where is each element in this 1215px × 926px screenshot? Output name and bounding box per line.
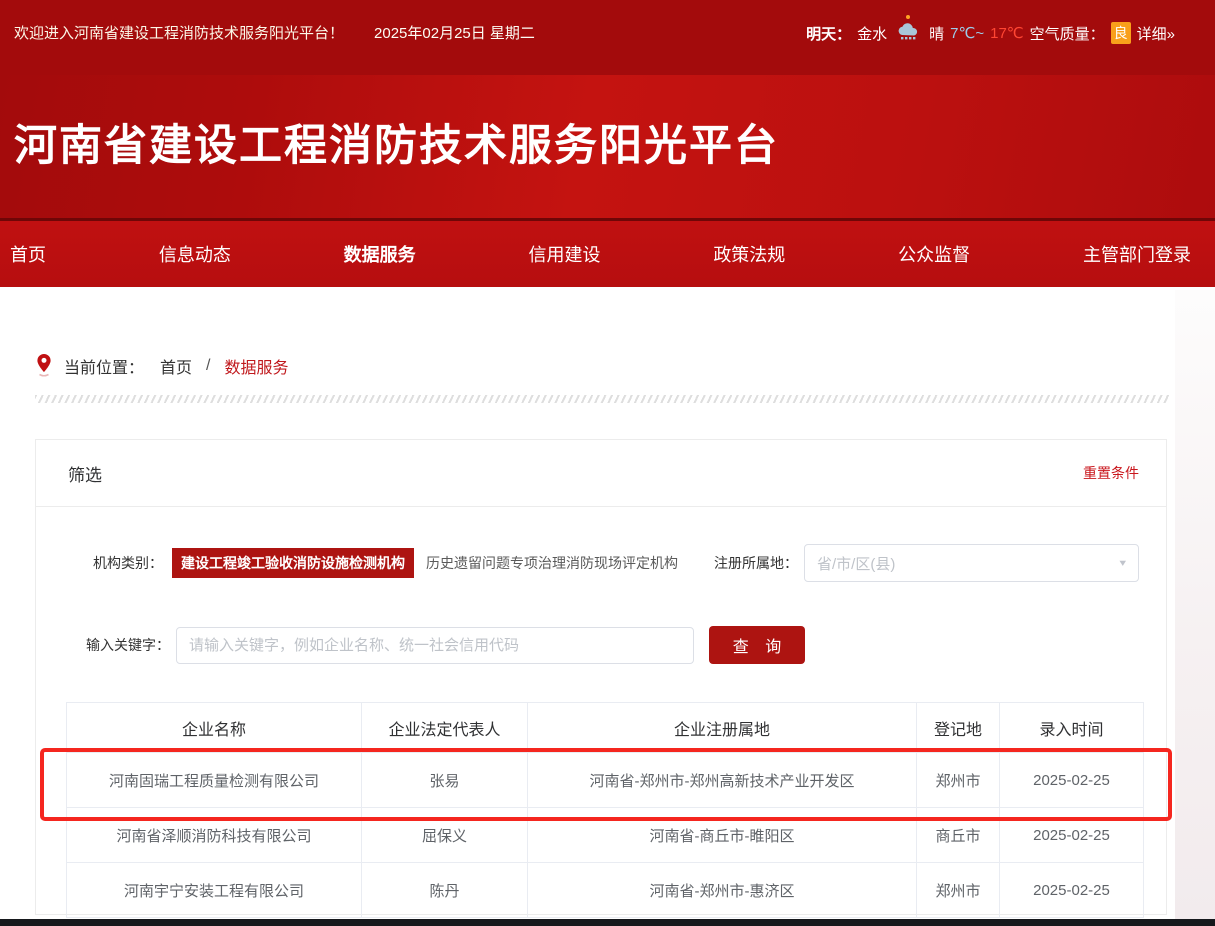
weather-label: 明天： [806,23,851,44]
aqi-badge: 良 [1111,22,1131,44]
table-row[interactable]: 河南固瑞工程质量检测有限公司 张易 河南省-郑州市-郑州高新技术产业开发区 郑州… [67,753,1144,808]
nav-item-data-service[interactable]: 数据服务 [344,241,416,267]
col-entry-date: 录入时间 [1000,703,1144,753]
cell-legal-rep: 张易 [362,753,528,808]
cell-registry-city: 郑州市 [917,863,1000,918]
chevron-down-icon: ▾ [1119,557,1126,570]
main-nav: 首页 信息动态 数据服务 信用建设 政策法规 公众监督 主管部门登录 [0,218,1215,287]
col-legal-rep: 企业法定代表人 [362,703,528,753]
table-header-row: 企业名称 企业法定代表人 企业注册属地 登记地 录入时间 [67,703,1144,753]
location-pin-icon [36,353,52,379]
cell-entry-date: 2025-02-25 [1000,863,1144,918]
weather-widget: 明天： 金水 晴 7℃~ 17℃ 空气质量： 良 详细» [806,22,1175,44]
breadcrumb-home-link[interactable]: 首页 [160,354,192,378]
nav-item-supervision[interactable]: 公众监督 [898,241,970,267]
cell-company-name: 河南省泽顺消防科技有限公司 [67,808,362,863]
region-label: 注册所属地： [714,553,798,573]
weather-detail-link[interactable]: 详细» [1137,23,1175,44]
category-option-selected[interactable]: 建设工程竣工验收消防设施检测机构 [172,548,414,578]
search-button[interactable]: 查 询 [709,626,805,664]
results-table: 企业名称 企业法定代表人 企业注册属地 登记地 录入时间 河南固瑞工程质量检测有… [66,702,1144,918]
keyword-input[interactable] [176,627,694,664]
site-title: 河南省建设工程消防技术服务阳光平台 [14,111,1215,173]
category-option-unselected[interactable]: 历史遗留问题专项治理消防现场评定机构 [426,553,678,573]
category-label: 机构类别： [93,553,163,573]
filter-row-category: 机构类别： 建设工程竣工验收消防设施检测机构 历史遗留问题专项治理消防现场评定机… [93,544,1139,582]
nav-item-policy[interactable]: 政策法规 [713,241,785,267]
current-date: 2025年02月25日 星期二 [374,22,535,43]
breadcrumb-separator: / [206,357,210,375]
filter-title: 筛选 [68,461,102,486]
breadcrumb: 当前位置： 首页 / 数据服务 [36,353,1215,379]
keyword-label: 输入关键字： [86,635,170,655]
filter-row-keyword: 输入关键字： 查 询 [86,626,1139,664]
top-bar: 欢迎进入河南省建设工程消防技术服务阳光平台！ 2025年02月25日 星期二 明… [0,0,1215,75]
region-select[interactable]: 省/市/区(县) ▾ [804,544,1139,582]
temp-low: 7℃~ [950,24,984,42]
cell-registered-location: 河南省-郑州市-郑州高新技术产业开发区 [528,753,917,808]
cell-company-name: 河南宇宁安装工程有限公司 [67,863,362,918]
region-select-placeholder: 省/市/区(县) [817,553,895,574]
cell-legal-rep: 陈丹 [362,863,528,918]
cell-registry-city: 郑州市 [917,753,1000,808]
cell-registered-location: 河南省-商丘市-睢阳区 [528,808,917,863]
nav-item-home[interactable]: 首页 [10,241,46,267]
col-registered-location: 企业注册属地 [528,703,917,753]
nav-item-admin-login[interactable]: 主管部门登录 [1083,241,1191,267]
cloud-icon [895,23,921,43]
col-registry-city: 登记地 [917,703,1000,753]
stripe-divider [35,395,1170,403]
cell-legal-rep: 屈保义 [362,808,528,863]
breadcrumb-label: 当前位置： [64,354,144,378]
breadcrumb-current-link[interactable]: 数据服务 [224,354,288,378]
weather-dot-icon [906,15,910,19]
reset-filters-link[interactable]: 重置条件 [1083,463,1139,483]
cell-registry-city: 商丘市 [917,808,1000,863]
weather-district: 金水 [857,23,887,44]
welcome-text: 欢迎进入河南省建设工程消防技术服务阳光平台！ [14,22,344,43]
right-edge-strip [1175,290,1215,919]
table-row[interactable]: 河南宇宁安装工程有限公司 陈丹 河南省-郑州市-惠济区 郑州市 2025-02-… [67,863,1144,918]
weather-condition: 晴 [929,23,944,44]
filter-panel-header: 筛选 重置条件 [36,440,1166,507]
page: 欢迎进入河南省建设工程消防技术服务阳光平台！ 2025年02月25日 星期二 明… [0,0,1215,926]
nav-item-news[interactable]: 信息动态 [159,241,231,267]
filter-panel: 筛选 重置条件 机构类别： 建设工程竣工验收消防设施检测机构 历史遗留问题专项治… [35,439,1167,915]
cell-registered-location: 河南省-郑州市-惠济区 [528,863,917,918]
nav-item-credit[interactable]: 信用建设 [528,241,600,267]
temp-high: 17℃ [990,24,1024,42]
cell-entry-date: 2025-02-25 [1000,753,1144,808]
col-company-name: 企业名称 [67,703,362,753]
aqi-label: 空气质量： [1030,23,1105,44]
cell-company-name: 河南固瑞工程质量检测有限公司 [67,753,362,808]
table-row[interactable]: 河南省泽顺消防科技有限公司 屈保义 河南省-商丘市-睢阳区 商丘市 2025-0… [67,808,1144,863]
cell-entry-date: 2025-02-25 [1000,808,1144,863]
bottom-dark-bar [0,919,1215,926]
hero-banner: 河南省建设工程消防技术服务阳光平台 [0,75,1215,218]
